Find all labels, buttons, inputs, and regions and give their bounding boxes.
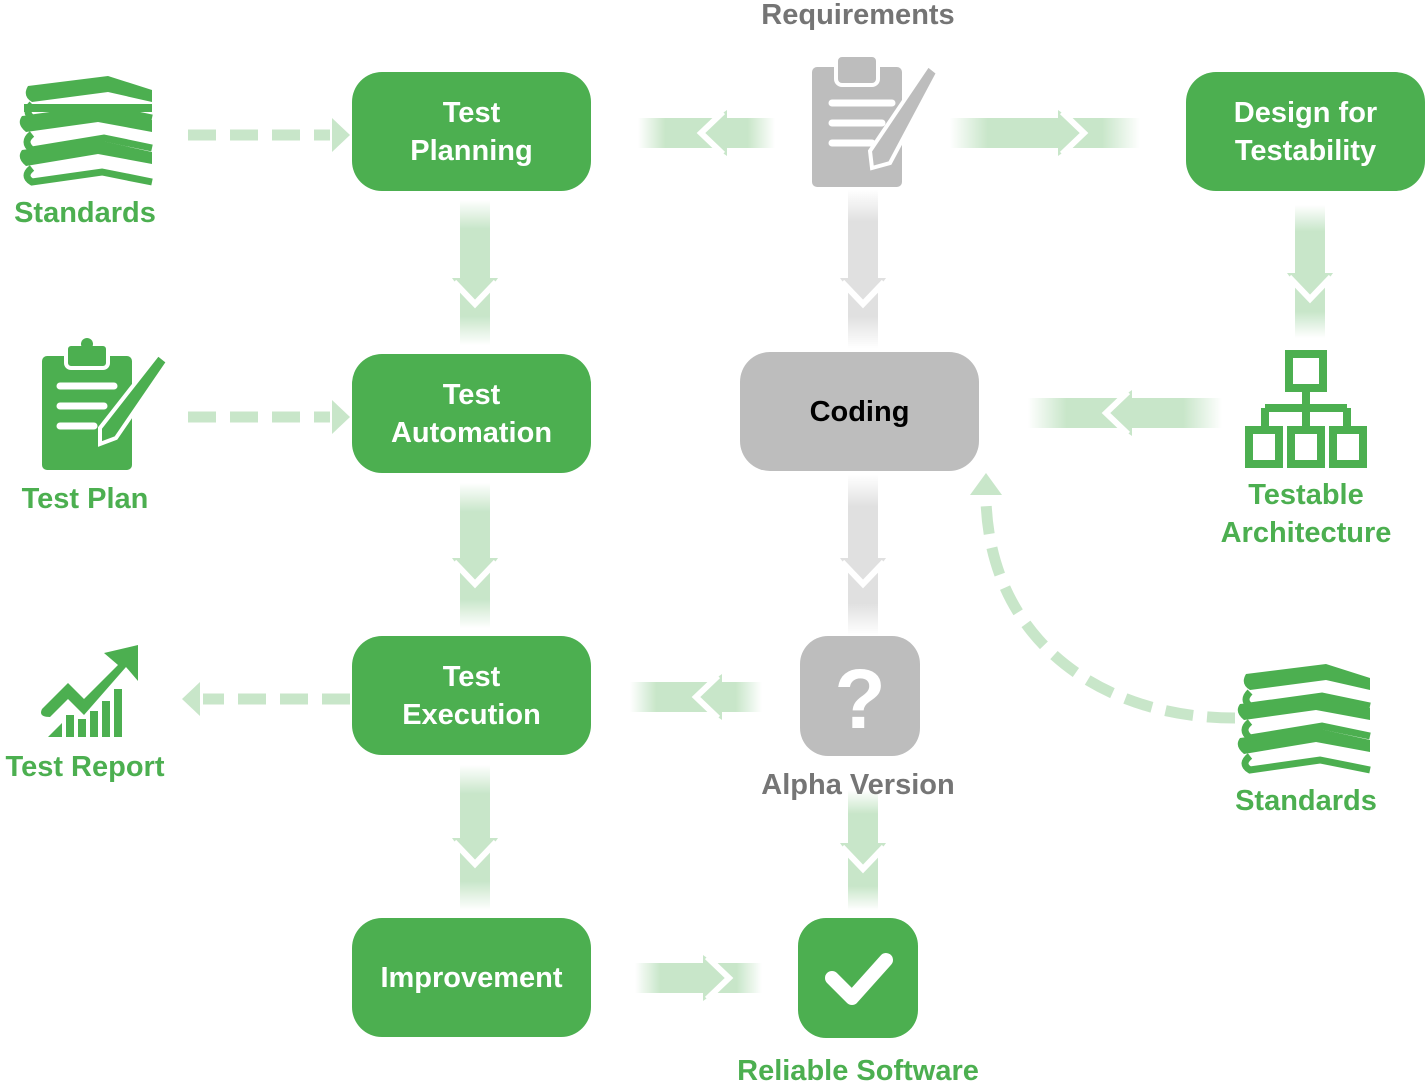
node-label: Testability <box>1234 134 1377 167</box>
node-label: Improvement <box>380 961 563 994</box>
test-automation-node: Test Automation <box>352 354 591 473</box>
arrow-alpha-to-reliable <box>839 790 887 910</box>
arrow-requirements-to-design <box>950 109 1140 157</box>
dashed-arrow-execution-to-report <box>182 682 350 716</box>
test-execution-node: Test Execution <box>352 636 591 755</box>
test-planning-node: Test Planning <box>352 72 591 191</box>
improvement-node: Improvement <box>352 918 591 1037</box>
node-label: Test <box>442 660 501 693</box>
dashed-arrow-testplan-to-automation <box>188 400 350 434</box>
arrow-architecture-to-coding <box>1028 389 1222 437</box>
label-line: Architecture <box>1220 517 1392 549</box>
growth-chart-icon <box>41 645 138 737</box>
hierarchy-icon <box>1245 350 1367 468</box>
arrow-improvement-to-reliable <box>635 954 762 1002</box>
books-icon <box>19 76 153 186</box>
node-label: Coding <box>809 395 910 428</box>
node-label: Test <box>442 378 501 411</box>
arrow-alpha-to-execution <box>630 673 762 721</box>
dashed-curve-standards-to-coding <box>970 473 1236 724</box>
arrow-design-to-architecture <box>1286 205 1334 338</box>
test-plan-label: Test Plan <box>21 483 149 515</box>
reliable-software-label: Reliable Software <box>737 1055 979 1084</box>
checkmark-icon <box>798 918 918 1038</box>
standards-label: Standards <box>1235 785 1377 817</box>
node-label: Test <box>442 96 501 129</box>
arrow-execution-to-improvement <box>451 765 499 910</box>
coding-node: Coding <box>740 352 979 471</box>
diagram: Test Planning Test Automation Test Executio… <box>0 0 1426 1084</box>
arrow-planning-to-automation <box>451 200 499 345</box>
clipboard-pencil-icon <box>42 338 170 470</box>
design-for-testability-node: Design for Testability <box>1186 72 1425 191</box>
svg-text:?: ? <box>834 652 885 746</box>
arrow-requirements-to-coding <box>839 190 887 348</box>
testable-architecture-label: Testable Architecture <box>1221 476 1392 552</box>
node-label: Planning <box>410 134 533 167</box>
alpha-version-label: Alpha Version <box>761 769 955 801</box>
dashed-arrow-standards-to-planning <box>188 118 350 152</box>
node-label: Execution <box>402 698 541 731</box>
test-report-label: Test Report <box>5 751 165 783</box>
arrow-coding-to-alpha <box>839 475 887 635</box>
node-label: Automation <box>390 416 553 449</box>
label-line: Testable <box>1248 479 1364 511</box>
node-label: Design for <box>1233 96 1378 129</box>
requirements-label: Requirements <box>761 0 955 31</box>
books-icon <box>1237 664 1371 774</box>
question-icon: ? <box>800 636 920 756</box>
arrow-automation-to-execution <box>451 483 499 628</box>
standards-label: Standards <box>14 197 156 229</box>
arrow-requirements-to-planning <box>638 109 775 157</box>
clipboard-pencil-icon <box>812 53 940 187</box>
